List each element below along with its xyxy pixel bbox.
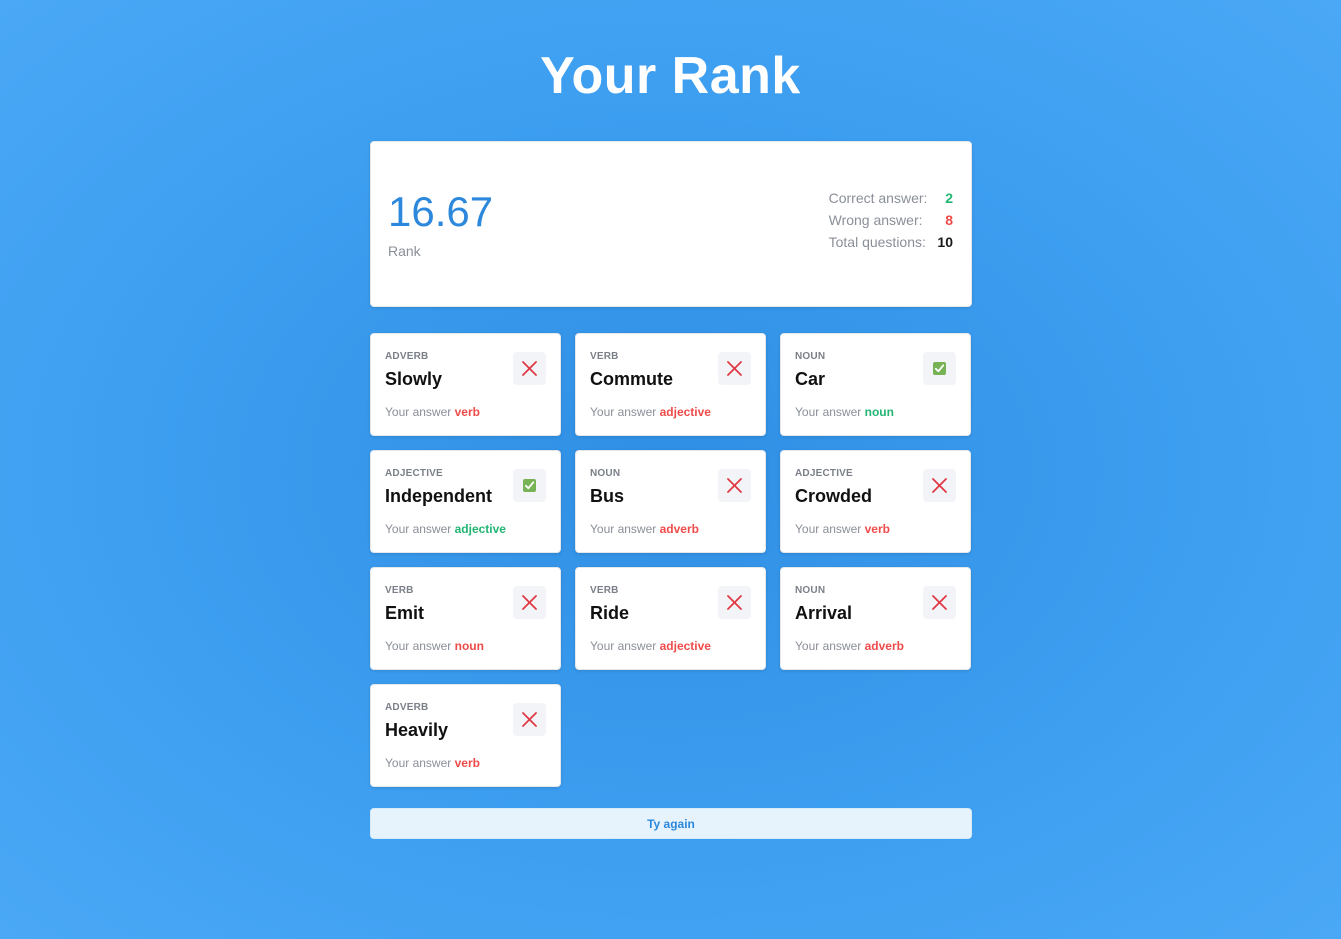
result-card: NOUN Bus Your answer adverb xyxy=(575,450,766,553)
result-card: ADVERB Heavily Your answer verb xyxy=(370,684,561,787)
answer-line: Your answer verb xyxy=(795,522,890,536)
answer-value: adjective xyxy=(659,639,711,653)
result-card: ADVERB Slowly Your answer verb xyxy=(370,333,561,436)
answer-prefix: Your answer xyxy=(795,522,862,536)
answer-line: Your answer adverb xyxy=(795,639,904,653)
word-category: NOUN xyxy=(795,351,826,362)
word-category: NOUN xyxy=(795,585,826,596)
word-text: Slowly xyxy=(385,369,443,389)
answer-value: noun xyxy=(454,639,484,653)
stats-table: Correct answer: 2 Wrong answer: 8 Total … xyxy=(829,187,953,253)
result-card: VERB Commute Your answer adjective xyxy=(575,333,766,436)
page-title: Your Rank xyxy=(540,47,801,105)
word-text: Heavily xyxy=(385,720,449,740)
word-category: VERB xyxy=(590,585,619,596)
word-text: Commute xyxy=(590,369,674,389)
answer-value: verb xyxy=(864,522,890,536)
answer-line: Your answer noun xyxy=(795,405,894,419)
rank-score: 16.67 xyxy=(388,188,494,235)
answer-line: Your answer adjective xyxy=(385,522,506,536)
answer-value: adverb xyxy=(659,522,699,536)
stat-total-row: Total questions: 10 xyxy=(829,231,953,253)
check-mark-icon xyxy=(923,352,956,385)
stat-total-value: 10 xyxy=(937,234,953,250)
word-text: Emit xyxy=(385,603,425,623)
answer-value: noun xyxy=(864,405,894,419)
rank-summary-card: 16.67 Rank Correct answer: 2 Wrong answe… xyxy=(370,141,972,307)
try-again-button[interactable]: Ty again xyxy=(370,808,972,839)
x-icon xyxy=(923,469,956,502)
word-category: NOUN xyxy=(590,468,621,479)
answer-line: Your answer adjective xyxy=(590,405,711,419)
result-card: ADJECTIVE Crowded Your answer verb xyxy=(780,450,971,553)
answer-prefix: Your answer xyxy=(795,639,862,653)
stat-wrong-row: Wrong answer: 8 xyxy=(829,209,953,231)
answer-prefix: Your answer xyxy=(795,405,862,419)
stat-correct-value: 2 xyxy=(945,190,953,206)
answer-prefix: Your answer xyxy=(590,639,657,653)
stat-correct-row: Correct answer: 2 xyxy=(829,187,953,209)
word-category: VERB xyxy=(385,585,414,596)
word-category: ADJECTIVE xyxy=(795,468,853,479)
answer-line: Your answer adverb xyxy=(590,522,699,536)
answer-value: adjective xyxy=(659,405,711,419)
word-text: Ride xyxy=(590,603,630,623)
x-icon xyxy=(718,586,751,619)
word-text: Bus xyxy=(590,486,625,506)
x-icon xyxy=(718,469,751,502)
result-card: NOUN Arrival Your answer adverb xyxy=(780,567,971,670)
x-icon xyxy=(923,586,956,619)
stat-wrong-value: 8 xyxy=(945,212,953,228)
answer-prefix: Your answer xyxy=(590,522,657,536)
answer-value: adverb xyxy=(864,639,904,653)
answer-prefix: Your answer xyxy=(385,522,452,536)
answer-value: verb xyxy=(454,405,480,419)
stat-total-label: Total questions: xyxy=(828,234,926,250)
result-card: VERB Ride Your answer adjective xyxy=(575,567,766,670)
result-card: ADJECTIVE Independent Your answer adjectiv… xyxy=(370,450,561,553)
x-icon xyxy=(513,352,546,385)
answer-line: Your answer noun xyxy=(385,639,484,653)
stat-correct-label: Correct answer: xyxy=(828,190,928,206)
x-icon xyxy=(513,586,546,619)
answer-line: Your answer verb xyxy=(385,756,480,770)
rank-label: Rank xyxy=(388,243,421,259)
stat-wrong-label: Wrong answer: xyxy=(828,212,923,228)
word-text: Car xyxy=(795,369,826,389)
answer-prefix: Your answer xyxy=(590,405,657,419)
answer-line: Your answer adjective xyxy=(590,639,711,653)
answer-line: Your answer verb xyxy=(385,405,480,419)
word-category: ADVERB xyxy=(385,351,429,362)
x-icon xyxy=(513,703,546,736)
answer-prefix: Your answer xyxy=(385,639,452,653)
x-icon xyxy=(718,352,751,385)
word-text: Independent xyxy=(385,486,492,506)
check-mark-icon xyxy=(513,469,546,502)
answer-value: adjective xyxy=(454,522,506,536)
word-category: ADJECTIVE xyxy=(385,468,443,479)
answer-prefix: Your answer xyxy=(385,756,452,770)
result-card: VERB Emit Your answer noun xyxy=(370,567,561,670)
word-text: Crowded xyxy=(795,486,873,506)
answer-value: verb xyxy=(454,756,480,770)
word-category: VERB xyxy=(590,351,619,362)
answer-prefix: Your answer xyxy=(385,405,452,419)
word-text: Arrival xyxy=(795,603,853,623)
word-category: ADVERB xyxy=(385,702,429,713)
result-card: NOUN Car Your answer noun xyxy=(780,333,971,436)
